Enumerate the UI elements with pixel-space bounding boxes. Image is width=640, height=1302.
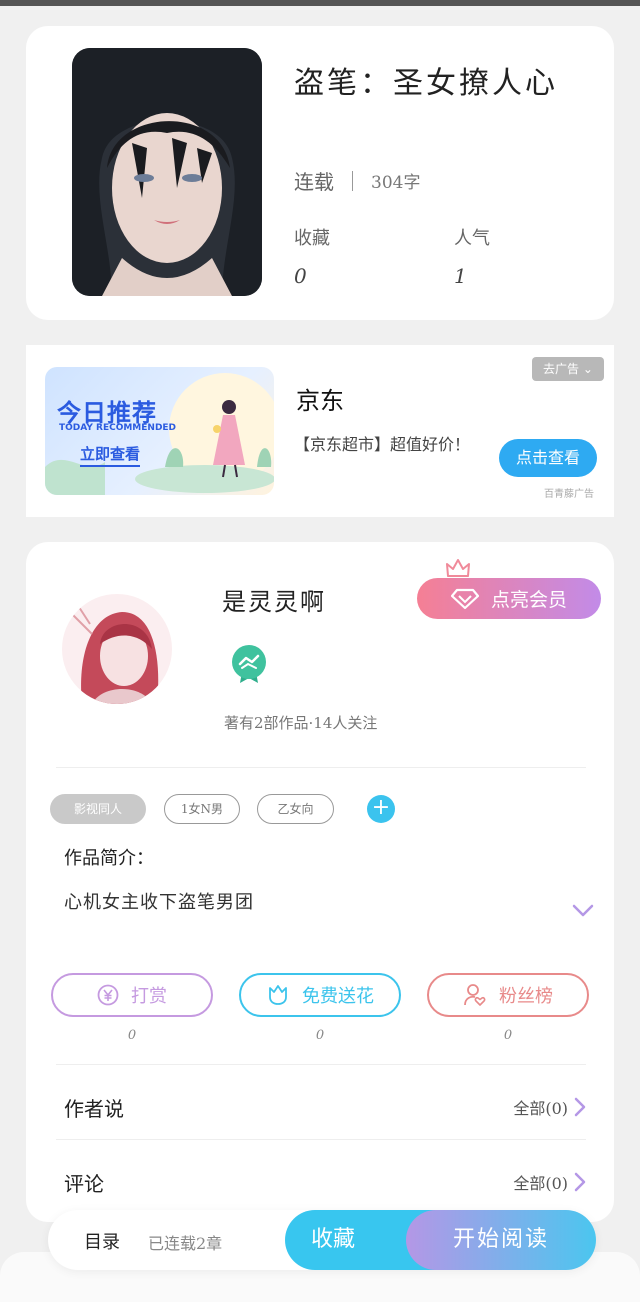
diamond-icon (450, 588, 479, 609)
tag[interactable]: 影视同人 (50, 794, 146, 824)
remove-ad-label: 去广告 (543, 362, 580, 376)
comments-label: 评论 (64, 1172, 104, 1196)
popularity-label: 人气 (454, 228, 490, 249)
comments-all-label: 全部(0) (513, 1174, 568, 1193)
fan-ranking-button[interactable]: 粉丝榜 (427, 973, 589, 1017)
ad-card[interactable]: 今日推荐 TODAY RECOMMENDED 立即查看 京东 【京东超市】超值好… (26, 345, 614, 517)
author-says-label: 作者说 (64, 1097, 124, 1121)
author-says-all-link[interactable]: 全部(0) (513, 1095, 586, 1119)
bottom-action-bar: 目录 已连载2章 收藏 开始阅读 (48, 1210, 596, 1270)
chevron-down-icon[interactable] (572, 904, 594, 918)
crown-icon (446, 559, 470, 577)
book-status-row: 连载 304字 (294, 166, 420, 195)
word-count: 304字 (371, 173, 421, 193)
favorites-value: 0 (294, 264, 307, 288)
fan-ranking-label: 粉丝榜 (499, 986, 553, 1007)
author-card: 是灵灵啊 点亮会员 著有2部作品·14人关注 影视同人 1女N男 乙女向 + 作… (26, 542, 614, 1222)
flower-count: 0 (315, 1028, 325, 1043)
favorites-label: 收藏 (294, 228, 330, 249)
tip-button[interactable]: 打赏 (51, 973, 213, 1017)
author-avatar[interactable] (62, 594, 172, 704)
ad-title: 京东 (296, 387, 344, 415)
ad-banner-image[interactable]: 今日推荐 TODAY RECOMMENDED 立即查看 (45, 367, 274, 495)
chevron-down-icon: ⌄ (582, 362, 593, 376)
send-flower-button[interactable]: 免费送花 (239, 973, 401, 1017)
divider (56, 1064, 586, 1065)
tip-count: 0 (127, 1028, 137, 1043)
flower-icon (269, 985, 287, 1005)
tag[interactable]: 乙女向 (257, 794, 334, 824)
toc-button[interactable]: 目录 (84, 1228, 120, 1254)
intro-text: 心机女主收下盗笔男团 (64, 892, 254, 913)
intro-label: 作品简介： (64, 848, 154, 869)
chapter-count: 已连载2章 (148, 1234, 223, 1253)
divider (56, 767, 586, 768)
popularity-value: 1 (454, 264, 467, 288)
yuan-coin-icon (97, 984, 119, 1006)
ad-banner-subtitle: TODAY RECOMMENDED (59, 423, 177, 433)
activate-vip-button[interactable]: 点亮会员 (417, 578, 601, 619)
send-flower-label: 免费送花 (302, 986, 374, 1007)
divider (352, 170, 353, 191)
comments-all-link[interactable]: 全部(0) (513, 1170, 586, 1194)
ad-description: 【京东超市】超值好价！ (294, 435, 471, 454)
ad-view-button[interactable]: 点击查看 (499, 439, 597, 477)
fan-count: 0 (503, 1028, 513, 1043)
serial-status: 连载 (294, 170, 334, 194)
user-heart-icon (464, 984, 486, 1006)
tag[interactable]: 1女N男 (164, 794, 240, 824)
status-strip (0, 0, 640, 6)
author-name[interactable]: 是灵灵啊 (222, 582, 326, 617)
ad-source-label: 百青藤广告 (544, 489, 594, 500)
start-reading-button[interactable]: 开始阅读 (406, 1210, 596, 1270)
chevron-right-icon (574, 1172, 586, 1192)
chevron-right-icon (574, 1097, 586, 1117)
remove-ad-button[interactable]: 去广告 ⌄ (532, 357, 604, 381)
author-says-all-label: 全部(0) (513, 1099, 568, 1118)
vip-button-label: 点亮会员 (490, 589, 567, 611)
divider (56, 1139, 586, 1140)
book-info-card: 盗笔：圣女撩人心 连载 304字 收藏 人气 0 1 (26, 26, 614, 320)
tip-label: 打赏 (131, 986, 167, 1007)
book-title: 盗笔：圣女撩人心 (294, 66, 558, 101)
author-badge-icon[interactable] (230, 644, 268, 684)
book-cover-image[interactable] (72, 48, 262, 296)
add-tag-button[interactable]: + (367, 795, 395, 823)
ad-banner-cta: 立即查看 (80, 443, 141, 467)
author-meta: 著有2部作品·14人关注 (224, 714, 378, 732)
